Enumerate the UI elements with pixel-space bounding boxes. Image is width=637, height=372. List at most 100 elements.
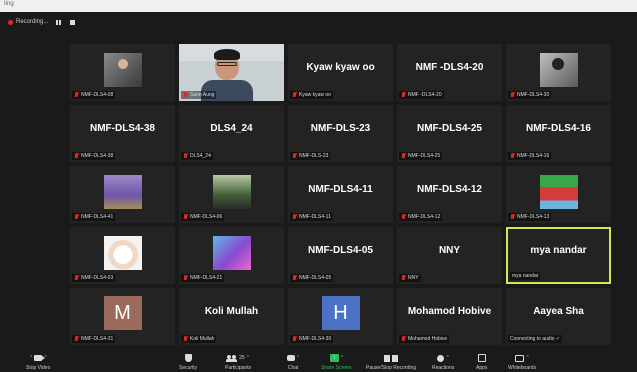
chevron-up-icon[interactable]: ^ [297, 355, 299, 361]
profile-picture [103, 53, 142, 87]
participant-tile[interactable]: NMF-DLS4-41 [70, 166, 175, 223]
mic-muted-icon [292, 214, 297, 220]
video-hair [214, 49, 240, 60]
participant-name-label: Sann Aung [181, 91, 217, 99]
mic-muted-icon [183, 336, 188, 342]
mic-muted-icon [510, 153, 515, 159]
participant-name-label: NMF-DLS4-30 [508, 91, 552, 99]
participant-name-label: NMF-DLS4-12 [399, 213, 443, 221]
participant-tile[interactable]: Kyaw kyaw oo Kyaw kyaw oo [288, 44, 393, 101]
mic-muted-icon [401, 214, 406, 220]
window-titlebar: ting [0, 0, 637, 12]
participant-display-name: Aayea Sha [533, 306, 584, 317]
mic-muted-icon [74, 153, 79, 159]
participant-tile[interactable]: NMF-DLS4-08 [70, 44, 175, 101]
participant-name-text: NMF-DLS4-16 [517, 153, 550, 159]
participant-display-name: Mohamod Hobive [407, 306, 492, 317]
mic-muted-icon [292, 336, 297, 342]
chevron-up-icon[interactable]: ^ [30, 355, 32, 361]
chevron-up-icon[interactable]: ^ [341, 355, 343, 361]
mic-muted-icon [401, 153, 406, 159]
participant-tile[interactable]: DLS4_24 DLS4_24 [179, 105, 284, 162]
participant-tile[interactable]: NMF-DLS4-03 [70, 227, 175, 284]
share-screen-button[interactable]: ↑ ^ Share Screen [321, 353, 352, 371]
chevron-up-icon[interactable]: ^ [446, 355, 448, 361]
participant-display-name: DLS4_24 [210, 123, 253, 134]
participant-tile[interactable]: NMF -DLS4-20 NMF -DLS4-20 [397, 44, 502, 101]
participant-tile[interactable]: Mohamod Hobive Mohamod Hobive [397, 288, 502, 345]
participant-name-label: Connecting to audio ✓ [508, 335, 563, 343]
participant-name-label: Kyaw kyaw oo [290, 91, 333, 99]
participant-tile[interactable]: NMF-DLS4-13 [506, 166, 611, 223]
participant-tile[interactable]: NMF-DLS4-38 NMF-DLS4-38 [70, 105, 175, 162]
participant-display-name: NMF-DLS4-11 [308, 184, 373, 195]
pause-stop-recording-button[interactable]: Pause/Stop Recording [366, 353, 416, 371]
mic-muted-icon [183, 92, 188, 98]
participant-name-label: NMF-DLS-23 [290, 152, 331, 160]
participant-name-text: NMF-DLS4-30 [299, 336, 332, 342]
participant-name-label: Koli Mullah [181, 335, 217, 343]
reactions-button[interactable]: ^ Reactions [432, 353, 454, 371]
participant-name-text: NMF-DLS4-38 [81, 153, 114, 159]
participant-display-name: mya nandar [530, 245, 587, 256]
participant-tile[interactable]: NMF-DLS4-25 NMF-DLS4-25 [397, 105, 502, 162]
apps-button[interactable]: Apps [476, 353, 487, 371]
participant-name-text: NMF-DLS4-05 [299, 275, 332, 281]
participant-tile[interactable]: NMF-DLS4-30 [506, 44, 611, 101]
participant-name-text: Koli Mullah [190, 336, 215, 342]
participant-tile[interactable]: NMF-DLS4-05 NMF-DLS4-05 [288, 227, 393, 284]
security-button[interactable]: Security [179, 353, 197, 371]
participant-tile[interactable]: Koli Mullah Koli Mullah [179, 288, 284, 345]
mic-muted-icon [401, 275, 406, 281]
mic-muted-icon [292, 92, 297, 98]
mic-muted-icon [183, 275, 188, 281]
participant-display-name: NMF-DLS4-05 [307, 245, 373, 256]
participant-tile[interactable]: NNY NNY [397, 227, 502, 284]
participant-display-name: NMF-DLS4-38 [89, 123, 155, 134]
participants-icon [226, 354, 238, 362]
participant-tile[interactable]: NMF-DLS4-16 NMF-DLS4-16 [506, 105, 611, 162]
whiteboards-button[interactable]: ^ Whiteboards [508, 353, 536, 371]
apps-label: Apps [476, 365, 488, 371]
chevron-up-icon[interactable]: ^ [526, 355, 528, 361]
participant-name-text: NMF-DLS4-31 [81, 336, 114, 342]
stop-recording-button[interactable] [68, 18, 76, 26]
participant-name-text: Sann Aung [190, 92, 215, 98]
pause-stop-icon [384, 354, 399, 362]
profile-picture [539, 53, 578, 87]
participant-tile[interactable]: NMF-DLS4-11 NMF-DLS4-11 [288, 166, 393, 223]
participant-tile[interactable]: NMF-DLS-23 NMF-DLS-23 [288, 105, 393, 162]
participant-tile[interactable]: mya nandar mya nandar [506, 227, 611, 284]
participant-tile[interactable]: NMF-DLS4-06 [179, 166, 284, 223]
whiteboards-label: Whiteboards [508, 365, 537, 371]
participants-count: 25 [239, 355, 245, 361]
participant-name-text: NMF-DLS-23 [299, 153, 329, 159]
participant-tile[interactable]: Aayea Sha Connecting to audio ✓ [506, 288, 611, 345]
participant-tile[interactable]: Sann Aung [179, 44, 284, 101]
chevron-up-icon[interactable]: ^ [247, 355, 249, 361]
participant-name-label: NMF-DLS4-30 [290, 335, 334, 343]
mic-muted-icon [510, 214, 515, 220]
window-title: ting [4, 1, 14, 7]
participant-display-name: Koli Mullah [204, 306, 259, 317]
participant-name-text: NMF-DLS4-13 [517, 214, 550, 220]
participant-name-label: NMF-DLS4-05 [290, 274, 334, 282]
participants-button[interactable]: 25 ^ Participants [225, 353, 251, 371]
participant-tile[interactable]: NMF-DLS4-21 [179, 227, 284, 284]
mic-muted-icon [401, 336, 406, 342]
chat-button[interactable]: ^ Chat [287, 353, 299, 371]
apps-icon [477, 354, 486, 362]
participant-name-label: NMF-DLS4-21 [181, 274, 225, 282]
stop-video-label: Stop Video [26, 365, 51, 371]
participant-name-text: NMF-DLS4-11 [299, 214, 331, 220]
participant-tile[interactable]: NMF-DLS4-12 NMF-DLS4-12 [397, 166, 502, 223]
share-screen-label: Share Screen [321, 365, 352, 371]
participant-tile[interactable]: H NMF-DLS4-30 [288, 288, 393, 345]
pause-recording-button[interactable] [54, 18, 62, 26]
stop-video-button[interactable]: ^ ^ Stop Video [26, 353, 50, 371]
participant-name-text: NNY [408, 275, 419, 281]
pause-stop-recording-label: Pause/Stop Recording [366, 365, 417, 371]
participant-display-name: NMF -DLS4-20 [415, 62, 484, 73]
participant-tile[interactable]: M NMF-DLS4-31 [70, 288, 175, 345]
participant-display-name: NMF-DLS4-25 [416, 123, 482, 134]
